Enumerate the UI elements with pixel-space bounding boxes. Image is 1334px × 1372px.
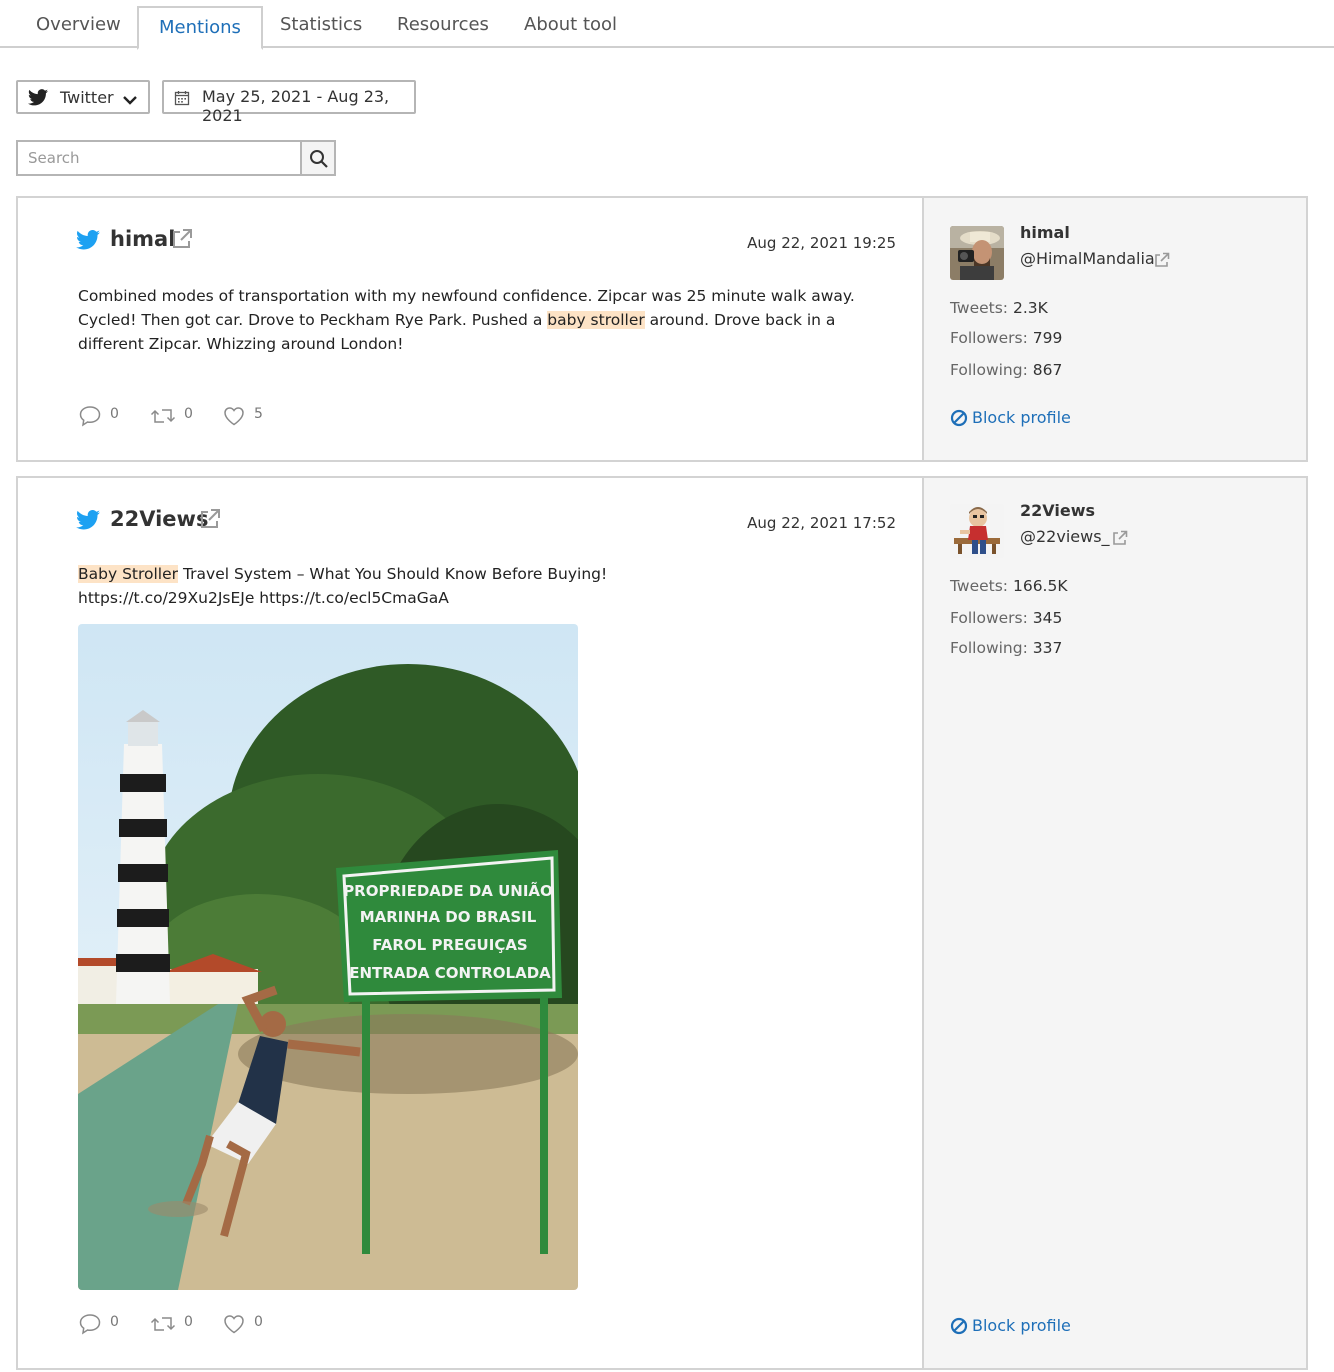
twitter-icon bbox=[28, 89, 48, 110]
tab-mentions[interactable]: Mentions bbox=[137, 6, 263, 50]
reply-action[interactable]: 0 bbox=[78, 1312, 119, 1340]
svg-text:ENTRADA CONTROLADA: ENTRADA CONTROLADA bbox=[349, 964, 551, 982]
retweet-icon bbox=[150, 1317, 176, 1331]
tab-bar: Overview Mentions Statistics Resources A… bbox=[0, 0, 1334, 50]
comment-icon bbox=[79, 406, 101, 427]
svg-text:FAROL PREGUIÇAS: FAROL PREGUIÇAS bbox=[372, 936, 528, 954]
reply-action[interactable]: 0 bbox=[78, 404, 119, 432]
keyword-highlight: baby stroller bbox=[547, 311, 645, 329]
external-link-icon[interactable] bbox=[199, 508, 221, 534]
mention-card: 22Views Aug 22, 2021 17:52 Baby Stroller… bbox=[16, 476, 1308, 1370]
profile-handle[interactable]: @22views_ bbox=[1020, 527, 1110, 546]
retweet-action[interactable]: 0 bbox=[150, 404, 193, 432]
profile-panel: 22Views @22views_ Tweets: 166.5K Followe… bbox=[922, 478, 1306, 1368]
avatar[interactable] bbox=[950, 504, 1004, 558]
tab-overview[interactable]: Overview bbox=[36, 0, 121, 48]
author-name[interactable]: himal bbox=[110, 227, 175, 251]
mention-content: 22Views Aug 22, 2021 17:52 Baby Stroller… bbox=[18, 478, 922, 1368]
platform-dropdown[interactable]: Twitter bbox=[16, 80, 150, 114]
svg-text:MARINHA DO BRASIL: MARINHA DO BRASIL bbox=[360, 908, 537, 926]
calendar-icon bbox=[174, 90, 190, 110]
external-link-icon[interactable] bbox=[1154, 252, 1170, 272]
profile-name: 22Views bbox=[1020, 501, 1096, 520]
mention-text: Baby Stroller Travel System – What You S… bbox=[78, 565, 608, 607]
svg-text:PROPRIEDADE DA UNIÃO: PROPRIEDADE DA UNIÃO bbox=[343, 881, 553, 900]
twitter-icon bbox=[76, 510, 100, 534]
heart-icon bbox=[224, 1315, 244, 1334]
tab-about-tool[interactable]: About tool bbox=[524, 0, 617, 48]
chevron-down-icon bbox=[122, 91, 138, 110]
followers-count: Followers: 345 bbox=[950, 609, 1063, 627]
mention-content: himal Aug 22, 2021 19:25 Combined modes … bbox=[18, 198, 922, 460]
search-icon bbox=[310, 150, 328, 168]
date-range-picker[interactable]: May 25, 2021 - Aug 23, 2021 bbox=[162, 80, 416, 125]
external-link-icon[interactable] bbox=[1112, 530, 1128, 550]
retweet-action[interactable]: 0 bbox=[150, 1312, 193, 1340]
like-action[interactable]: 0 bbox=[222, 1312, 263, 1340]
profile-name: himal bbox=[1020, 223, 1070, 242]
block-icon bbox=[950, 409, 968, 427]
heart-icon bbox=[224, 407, 244, 426]
following-count: Following: 337 bbox=[950, 639, 1063, 657]
avatar[interactable] bbox=[950, 226, 1004, 280]
followers-count: Followers: 799 bbox=[950, 329, 1063, 347]
author-name[interactable]: 22Views bbox=[110, 507, 208, 531]
mention-card: himal Aug 22, 2021 19:25 Combined modes … bbox=[16, 196, 1308, 462]
following-count: Following: 867 bbox=[950, 361, 1063, 379]
search-button[interactable] bbox=[300, 140, 336, 176]
mention-date: Aug 22, 2021 19:25 bbox=[747, 234, 896, 252]
external-link-icon[interactable] bbox=[171, 228, 193, 254]
profile-panel: himal @HimalMandalia Tweets: 2.3K Follow… bbox=[922, 198, 1306, 460]
block-icon bbox=[950, 1317, 968, 1335]
profile-handle[interactable]: @HimalMandalia bbox=[1020, 249, 1155, 268]
tweets-count: Tweets: 2.3K bbox=[950, 299, 1048, 317]
keyword-highlight: Baby Stroller bbox=[78, 565, 179, 583]
search-input[interactable] bbox=[16, 140, 302, 176]
platform-label: Twitter bbox=[60, 88, 114, 107]
mention-date: Aug 22, 2021 17:52 bbox=[747, 514, 896, 532]
retweet-icon bbox=[150, 409, 176, 423]
like-action[interactable]: 5 bbox=[222, 404, 263, 432]
comment-icon bbox=[79, 1314, 101, 1335]
tweet-image[interactable]: PROPRIEDADE DA UNIÃO MARINHA DO BRASIL F… bbox=[78, 624, 578, 1290]
date-range-label: May 25, 2021 - Aug 23, 2021 bbox=[202, 87, 390, 125]
tab-resources[interactable]: Resources bbox=[397, 0, 489, 48]
twitter-icon bbox=[76, 230, 100, 254]
mention-text: Combined modes of transportation with my… bbox=[78, 287, 855, 353]
tab-statistics[interactable]: Statistics bbox=[280, 0, 362, 48]
tweets-count: Tweets: 166.5K bbox=[950, 577, 1068, 595]
